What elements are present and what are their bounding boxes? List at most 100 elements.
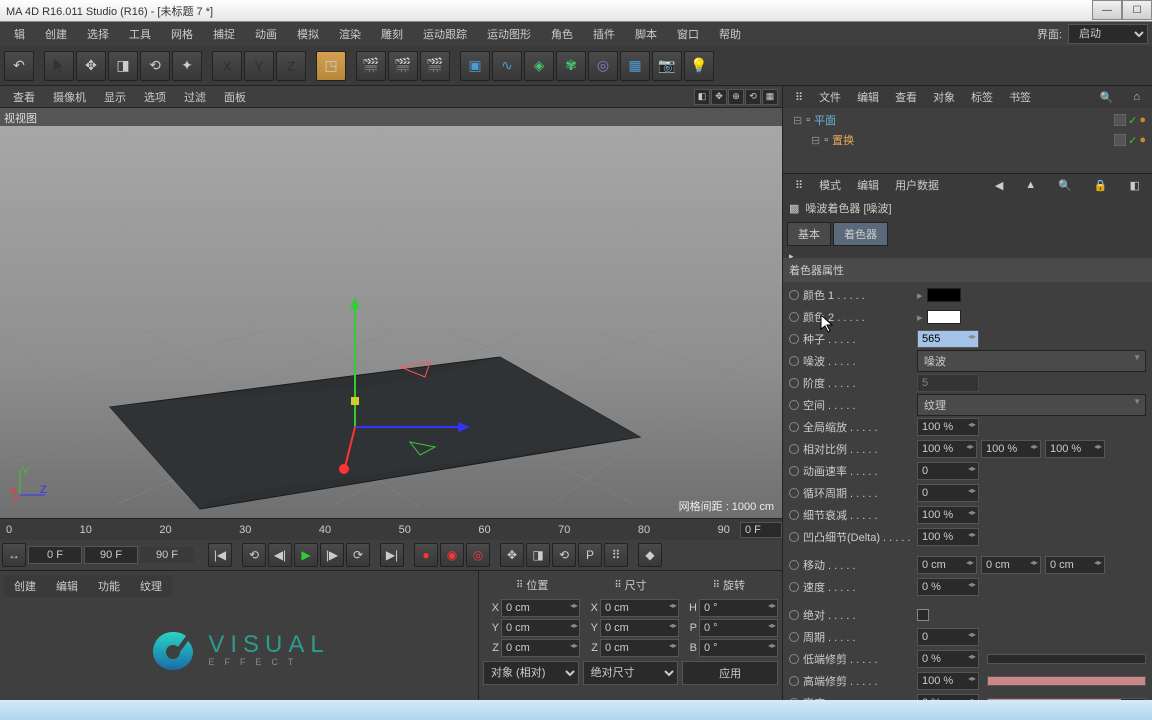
anim-dot[interactable]: [789, 632, 799, 642]
number-input[interactable]: 565◂▸: [917, 330, 979, 348]
vp-btn5[interactable]: ▦: [762, 89, 778, 105]
range-button[interactable]: ↔: [2, 543, 26, 567]
obj-menu-item[interactable]: 查看: [887, 86, 925, 108]
tag-icon[interactable]: ●: [1139, 134, 1146, 146]
tag-icon[interactable]: ●: [1139, 114, 1146, 126]
coord-input[interactable]: 0 cm◂▸: [600, 599, 679, 617]
coord-input[interactable]: 0 cm◂▸: [501, 599, 580, 617]
anim-dot[interactable]: [789, 532, 799, 542]
tree-row[interactable]: ⊟▫置换✓●: [789, 130, 1146, 150]
anim-dot[interactable]: [789, 466, 799, 476]
material-tab[interactable]: 功能: [88, 575, 130, 597]
play-button[interactable]: ▶: [294, 543, 318, 567]
axis-y-button[interactable]: Y: [244, 51, 274, 81]
menu-item[interactable]: 辑: [4, 22, 35, 46]
obj-menu-item[interactable]: 对象: [925, 86, 963, 108]
menu-item[interactable]: 渲染: [329, 22, 371, 46]
menu-item[interactable]: 插件: [583, 22, 625, 46]
prev-key-button[interactable]: ⟲: [242, 543, 266, 567]
axis-z-button[interactable]: Z: [276, 51, 306, 81]
dropdown[interactable]: 噪波: [917, 350, 1146, 372]
anim-dot[interactable]: [789, 676, 799, 686]
obj-menu-item[interactable]: 编辑: [849, 86, 887, 108]
generator-button[interactable]: ◈: [524, 51, 554, 81]
anim-dot[interactable]: [789, 422, 799, 432]
number-input[interactable]: 100 %◂▸: [917, 506, 979, 524]
axis-x-button[interactable]: X: [212, 51, 242, 81]
number-input[interactable]: 0 cm◂▸: [917, 556, 977, 574]
obj-menu-item[interactable]: 文件: [811, 86, 849, 108]
color-swatch[interactable]: [927, 288, 961, 302]
timeline[interactable]: 0102030405060708090 0 F: [0, 518, 782, 540]
anim-dot[interactable]: [789, 610, 799, 620]
number-input[interactable]: 0 %◂▸: [917, 650, 979, 668]
menu-item[interactable]: 工具: [119, 22, 161, 46]
menu-item[interactable]: 模拟: [287, 22, 329, 46]
coord-input[interactable]: 0 cm◂▸: [600, 639, 679, 657]
color-swatch[interactable]: [927, 310, 961, 324]
obj-menu-item[interactable]: 书签: [1001, 86, 1039, 108]
anim-dot[interactable]: [789, 312, 799, 322]
number-input[interactable]: 100 %◂▸: [917, 528, 979, 546]
environment-button[interactable]: ▦: [620, 51, 650, 81]
camera-button[interactable]: 📷: [652, 51, 682, 81]
number-input[interactable]: 0 %◂▸: [917, 578, 979, 596]
vp-btn1[interactable]: ◧: [694, 89, 710, 105]
vp-menu-item[interactable]: 面板: [215, 86, 255, 108]
slider[interactable]: [987, 676, 1146, 686]
goto-start-button[interactable]: |◀: [208, 543, 232, 567]
prev-frame-button[interactable]: ◀|: [268, 543, 292, 567]
undo-button[interactable]: ↶: [4, 51, 34, 81]
layout-select[interactable]: 启动: [1068, 24, 1148, 44]
pos-key[interactable]: ✥: [500, 543, 524, 567]
menu-item[interactable]: 雕刻: [371, 22, 413, 46]
range-end[interactable]: 90 F: [84, 546, 138, 564]
coord-input[interactable]: 0 °◂▸: [699, 639, 778, 657]
number-input[interactable]: 100 %◂▸: [917, 672, 979, 690]
menu-item[interactable]: 脚本: [625, 22, 667, 46]
number-input[interactable]: 100 %◂▸: [1045, 440, 1105, 458]
pla-key[interactable]: ⠿: [604, 543, 628, 567]
coord-system-button[interactable]: ◳: [316, 51, 346, 81]
menu-item[interactable]: 创建: [35, 22, 77, 46]
render-view-button[interactable]: 🎬: [356, 51, 386, 81]
vp-menu-item[interactable]: 过滤: [175, 86, 215, 108]
autokey-button[interactable]: ◉: [440, 543, 464, 567]
anim-dot[interactable]: [789, 582, 799, 592]
record-button[interactable]: ●: [414, 543, 438, 567]
material-tab[interactable]: 创建: [4, 575, 46, 597]
minimize-button[interactable]: —: [1092, 0, 1122, 20]
anim-dot[interactable]: [789, 444, 799, 454]
vp-menu-item[interactable]: 查看: [4, 86, 44, 108]
attr-menu-item[interactable]: 模式: [811, 174, 849, 196]
anim-dot[interactable]: [789, 378, 799, 388]
apply-button[interactable]: 应用: [682, 661, 778, 685]
select-tool[interactable]: [44, 51, 74, 81]
keyframe-button[interactable]: ◆: [638, 543, 662, 567]
anim-dot[interactable]: [789, 334, 799, 344]
menu-item[interactable]: 捕捉: [203, 22, 245, 46]
number-input[interactable]: 0 cm◂▸: [981, 556, 1041, 574]
menu-item[interactable]: 网格: [161, 22, 203, 46]
coord-input[interactable]: 0 °◂▸: [699, 599, 778, 617]
size-mode-select[interactable]: 绝对尺寸: [583, 661, 679, 685]
keysel-button[interactable]: ◎: [466, 543, 490, 567]
menu-item[interactable]: 角色: [541, 22, 583, 46]
nav-back-icon[interactable]: ◀: [987, 176, 1011, 195]
attr-menu-item[interactable]: 编辑: [849, 174, 887, 196]
menu-item[interactable]: 选择: [77, 22, 119, 46]
vp-btn2[interactable]: ✥: [711, 89, 727, 105]
number-input[interactable]: 100 %◂▸: [917, 418, 979, 436]
coord-input[interactable]: 0 cm◂▸: [501, 639, 580, 657]
dropdown[interactable]: 纹理: [917, 394, 1146, 416]
scale-key[interactable]: ◨: [526, 543, 550, 567]
goto-end-button[interactable]: ▶|: [380, 543, 404, 567]
menu-item[interactable]: 窗口: [667, 22, 709, 46]
move-tool[interactable]: ✥: [76, 51, 106, 81]
search-icon[interactable]: 🔍: [1050, 176, 1080, 195]
material-tab[interactable]: 编辑: [46, 575, 88, 597]
anim-dot[interactable]: [789, 488, 799, 498]
home-icon[interactable]: ⌂: [1125, 88, 1148, 107]
anim-dot[interactable]: [789, 290, 799, 300]
vp-menu-item[interactable]: 选项: [135, 86, 175, 108]
